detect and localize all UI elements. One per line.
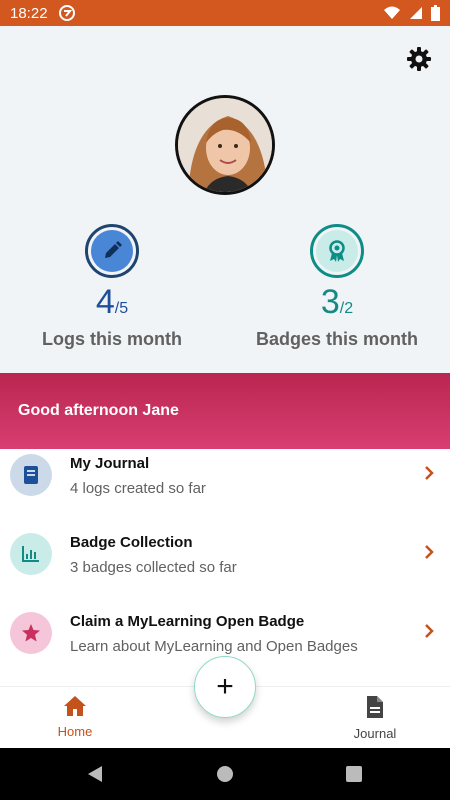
app-notification-icon <box>58 5 75 21</box>
nav-home[interactable]: Home <box>40 695 110 739</box>
list-item-subtitle: 4 logs created so far <box>70 480 206 497</box>
logs-progress-ring <box>85 224 139 278</box>
list-item-subtitle: Learn about MyLearning and Open Badges <box>70 638 358 655</box>
list-item-subtitle: 3 badges collected so far <box>70 559 237 576</box>
chevron-right-icon <box>425 545 434 559</box>
home-circle-icon[interactable] <box>216 764 234 784</box>
nav-home-label: Home <box>57 724 93 739</box>
badges-total: /2 <box>339 300 354 317</box>
list-icon-container <box>10 533 52 575</box>
badges-count: 3 <box>320 283 340 321</box>
settings-button[interactable] <box>406 46 432 72</box>
gear-icon <box>407 47 431 71</box>
list-icon-container <box>10 612 52 654</box>
back-icon[interactable] <box>86 764 104 784</box>
status-bar: 18:22 <box>0 0 450 26</box>
profile-header: 4/5 Logs this month 3/2 Badges this mont… <box>0 26 450 373</box>
pencil-icon <box>105 241 122 258</box>
recents-icon[interactable] <box>345 764 363 784</box>
bar-chart-icon <box>22 546 39 562</box>
wifi-icon <box>384 6 400 19</box>
nav-journal[interactable]: Journal <box>340 695 410 741</box>
chevron-right-icon <box>425 624 434 638</box>
award-icon <box>329 240 345 262</box>
list-item-my-journal[interactable]: My Journal 4 logs created so far <box>0 449 450 528</box>
profile-photo <box>178 98 272 192</box>
battery-icon <box>431 5 440 21</box>
badges-progress-ring <box>310 224 364 278</box>
list-item-title: My Journal <box>70 455 150 472</box>
badges-label: Badges this month <box>255 329 418 349</box>
home-menu-list: My Journal 4 logs created so far Badge C… <box>0 449 450 686</box>
system-navigation-bar <box>0 748 450 800</box>
add-log-button[interactable]: + <box>194 656 256 718</box>
list-icon-container <box>10 454 52 496</box>
chevron-right-icon <box>425 466 434 480</box>
list-item-title: Claim a MyLearning Open Badge <box>70 613 305 630</box>
greeting-text: Good afternoon Jane <box>18 402 179 419</box>
greeting-banner: Good afternoon Jane <box>0 373 450 449</box>
home-icon <box>64 696 86 716</box>
signal-icon <box>410 7 422 19</box>
logs-count: 4 <box>95 283 115 321</box>
document-icon <box>367 696 383 718</box>
status-time: 18:22 <box>10 4 48 22</box>
plus-icon: + <box>216 670 234 703</box>
logs-label: Logs this month <box>42 329 182 349</box>
list-item-badge-collection[interactable]: Badge Collection 3 badges collected so f… <box>0 528 450 607</box>
badges-stat[interactable]: 3/2 Badges this month <box>247 224 427 350</box>
list-item-title: Badge Collection <box>70 534 193 551</box>
book-icon <box>24 466 38 484</box>
avatar[interactable] <box>175 95 275 195</box>
logs-stat[interactable]: 4/5 Logs this month <box>22 224 202 350</box>
star-icon <box>22 624 40 642</box>
logs-total: /5 <box>114 300 129 317</box>
nav-journal-label: Journal <box>353 726 397 741</box>
